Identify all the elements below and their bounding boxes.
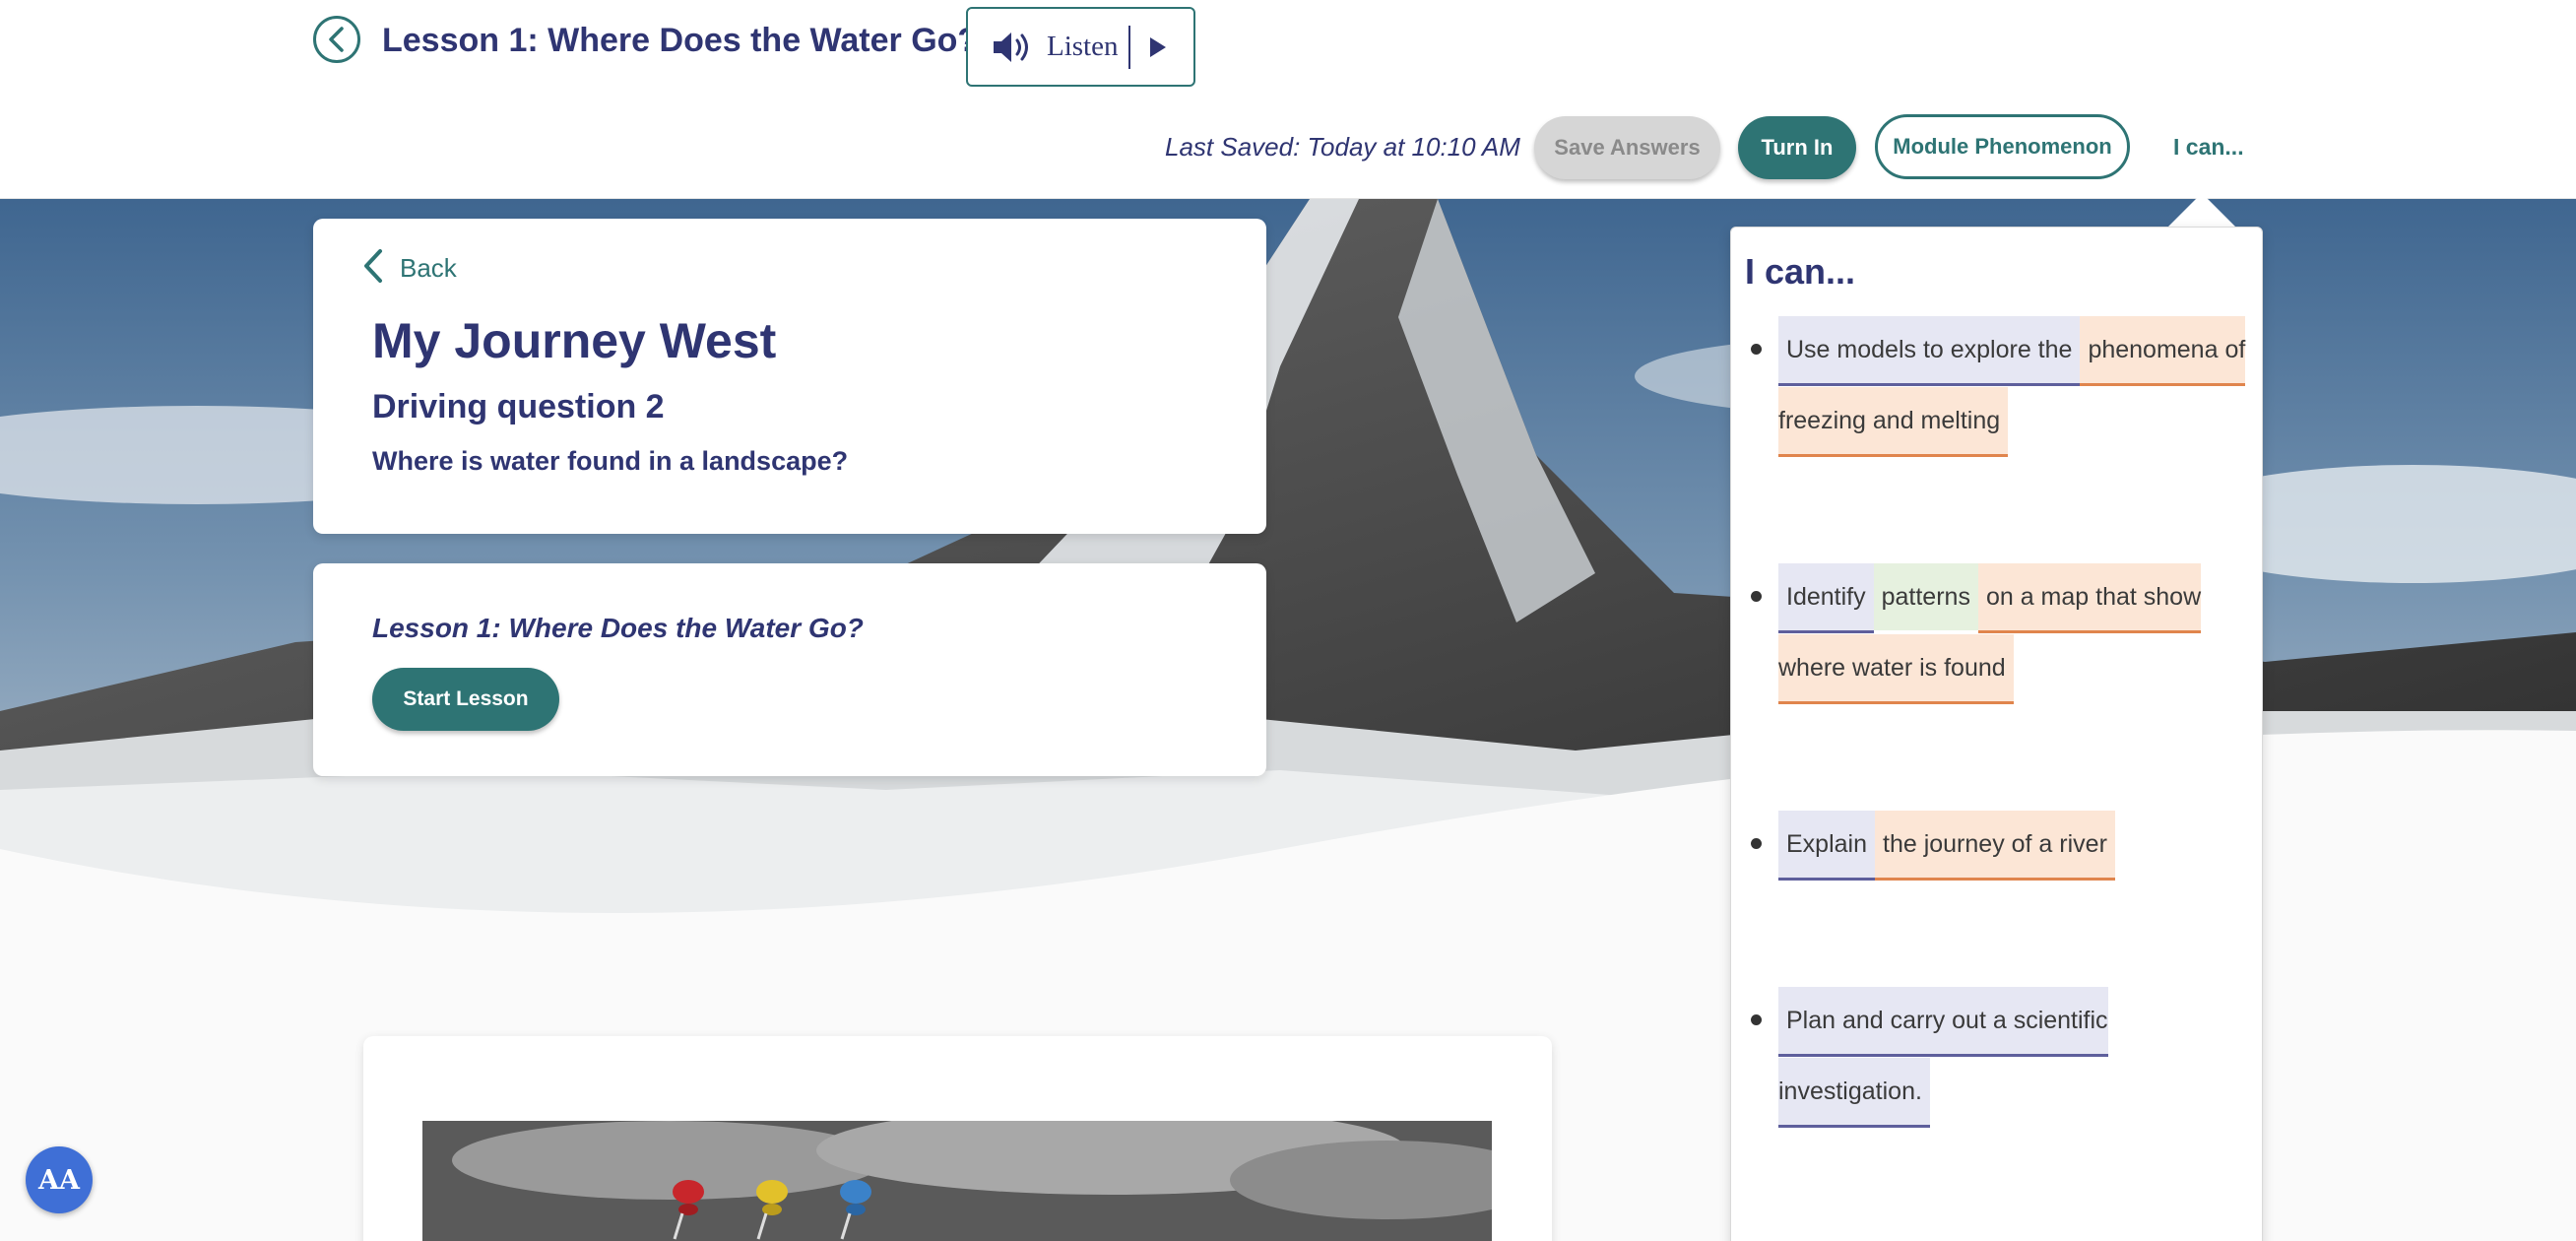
i-can-highlight-blue: Identify xyxy=(1778,563,1874,633)
i-can-highlight-blue: Plan and carry out a scientific investig… xyxy=(1778,987,2108,1128)
journey-title: My Journey West xyxy=(372,313,777,368)
last-saved-status: Last Saved: Today at 10:10 AM xyxy=(1165,132,1520,162)
lesson-card: Lesson 1: Where Does the Water Go? Start… xyxy=(313,563,1266,776)
top-bar: Lesson 1: Where Does the Water Go? Liste… xyxy=(0,0,2576,199)
back-link[interactable]: Back xyxy=(362,248,457,289)
driving-question-label: Driving question 2 xyxy=(372,388,665,425)
i-can-list: Use models to explore the phenomena of fr… xyxy=(1745,314,2247,1232)
speaker-icon xyxy=(992,30,1035,65)
driving-question-text: Where is water found in a landscape? xyxy=(372,446,849,476)
map-image-card xyxy=(363,1036,1552,1241)
module-phenomenon-button[interactable]: Module Phenomenon xyxy=(1875,114,2130,179)
turn-in-button[interactable]: Turn In xyxy=(1738,116,1856,179)
i-can-item: Plan and carry out a scientific investig… xyxy=(1745,985,2247,1128)
i-can-highlight-blue: Explain xyxy=(1778,811,1875,881)
popover-arrow xyxy=(2166,193,2237,229)
chevron-left-icon xyxy=(362,248,384,289)
back-label: Back xyxy=(400,253,457,283)
app-root: Lesson 1: Where Does the Water Go? Liste… xyxy=(0,0,2576,1241)
page-title: Lesson 1: Where Does the Water Go? xyxy=(382,22,979,59)
i-can-highlight-orange: the journey of a river xyxy=(1875,811,2115,881)
i-can-item: Use models to explore the phenomena of fr… xyxy=(1745,314,2247,457)
i-can-item: Identify patterns on a map that show where… xyxy=(1745,561,2247,704)
i-can-link[interactable]: I can... xyxy=(2173,134,2244,161)
i-can-title: I can... xyxy=(1745,251,1856,292)
start-lesson-button[interactable]: Start Lesson xyxy=(372,668,559,731)
bullet-icon xyxy=(1751,344,1762,355)
bullet-icon xyxy=(1751,1014,1762,1025)
i-can-highlight-blue: Use models to explore the xyxy=(1778,316,2081,386)
listen-label: Listen xyxy=(1047,31,1119,62)
bullet-icon xyxy=(1751,838,1762,849)
bullet-icon xyxy=(1751,591,1762,602)
journey-card: Back My Journey West Driving question 2 … xyxy=(313,219,1266,534)
lesson-link[interactable]: Lesson 1: Where Does the Water Go? xyxy=(372,613,864,644)
listen-button[interactable]: Listen xyxy=(966,7,1195,87)
listen-divider xyxy=(1127,25,1130,69)
text-size-icon[interactable]: AA xyxy=(26,1146,93,1213)
i-can-highlight-green: patterns xyxy=(1873,563,1978,630)
play-icon[interactable] xyxy=(1148,36,1168,58)
i-can-panel: I can... Use models to explore the phenom… xyxy=(1730,227,2263,1241)
map-pins-image xyxy=(422,1121,1492,1241)
i-can-item: Explain the journey of a river xyxy=(1745,809,2247,881)
save-answers-button[interactable]: Save Answers xyxy=(1534,116,1720,179)
back-circle-icon[interactable] xyxy=(313,16,360,63)
